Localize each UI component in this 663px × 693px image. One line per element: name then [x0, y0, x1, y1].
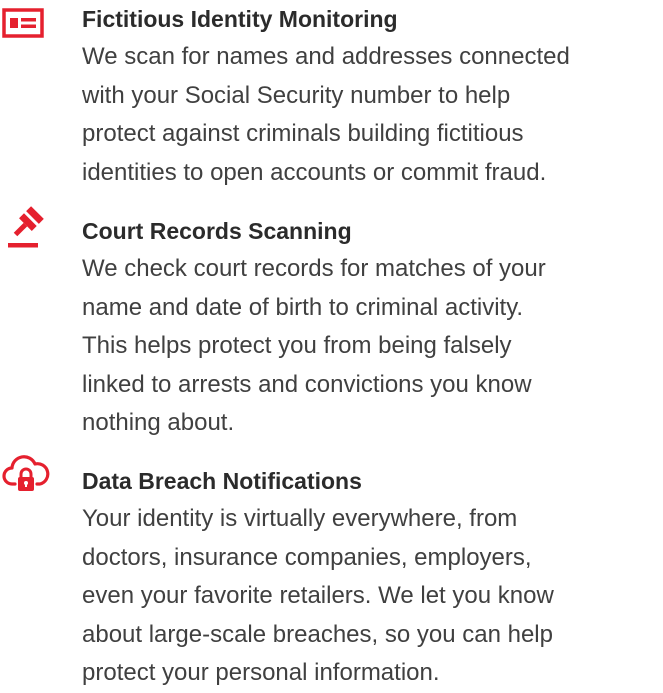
- feature-title: Court Records Scanning: [82, 218, 352, 244]
- feature-description: We check court records for matches of yo…: [82, 255, 546, 436]
- gavel-icon: [2, 206, 46, 248]
- feature-description: We scan for names and addresses connecte…: [82, 43, 570, 186]
- feature-title: Fictitious Identity Monitoring: [82, 6, 398, 32]
- feature-title: Data Breach Notifications: [82, 468, 362, 494]
- id-card-icon: [2, 8, 46, 48]
- cloud-lock-icon: [2, 454, 50, 494]
- feature-description: Your identity is virtually everywhere, f…: [82, 505, 554, 686]
